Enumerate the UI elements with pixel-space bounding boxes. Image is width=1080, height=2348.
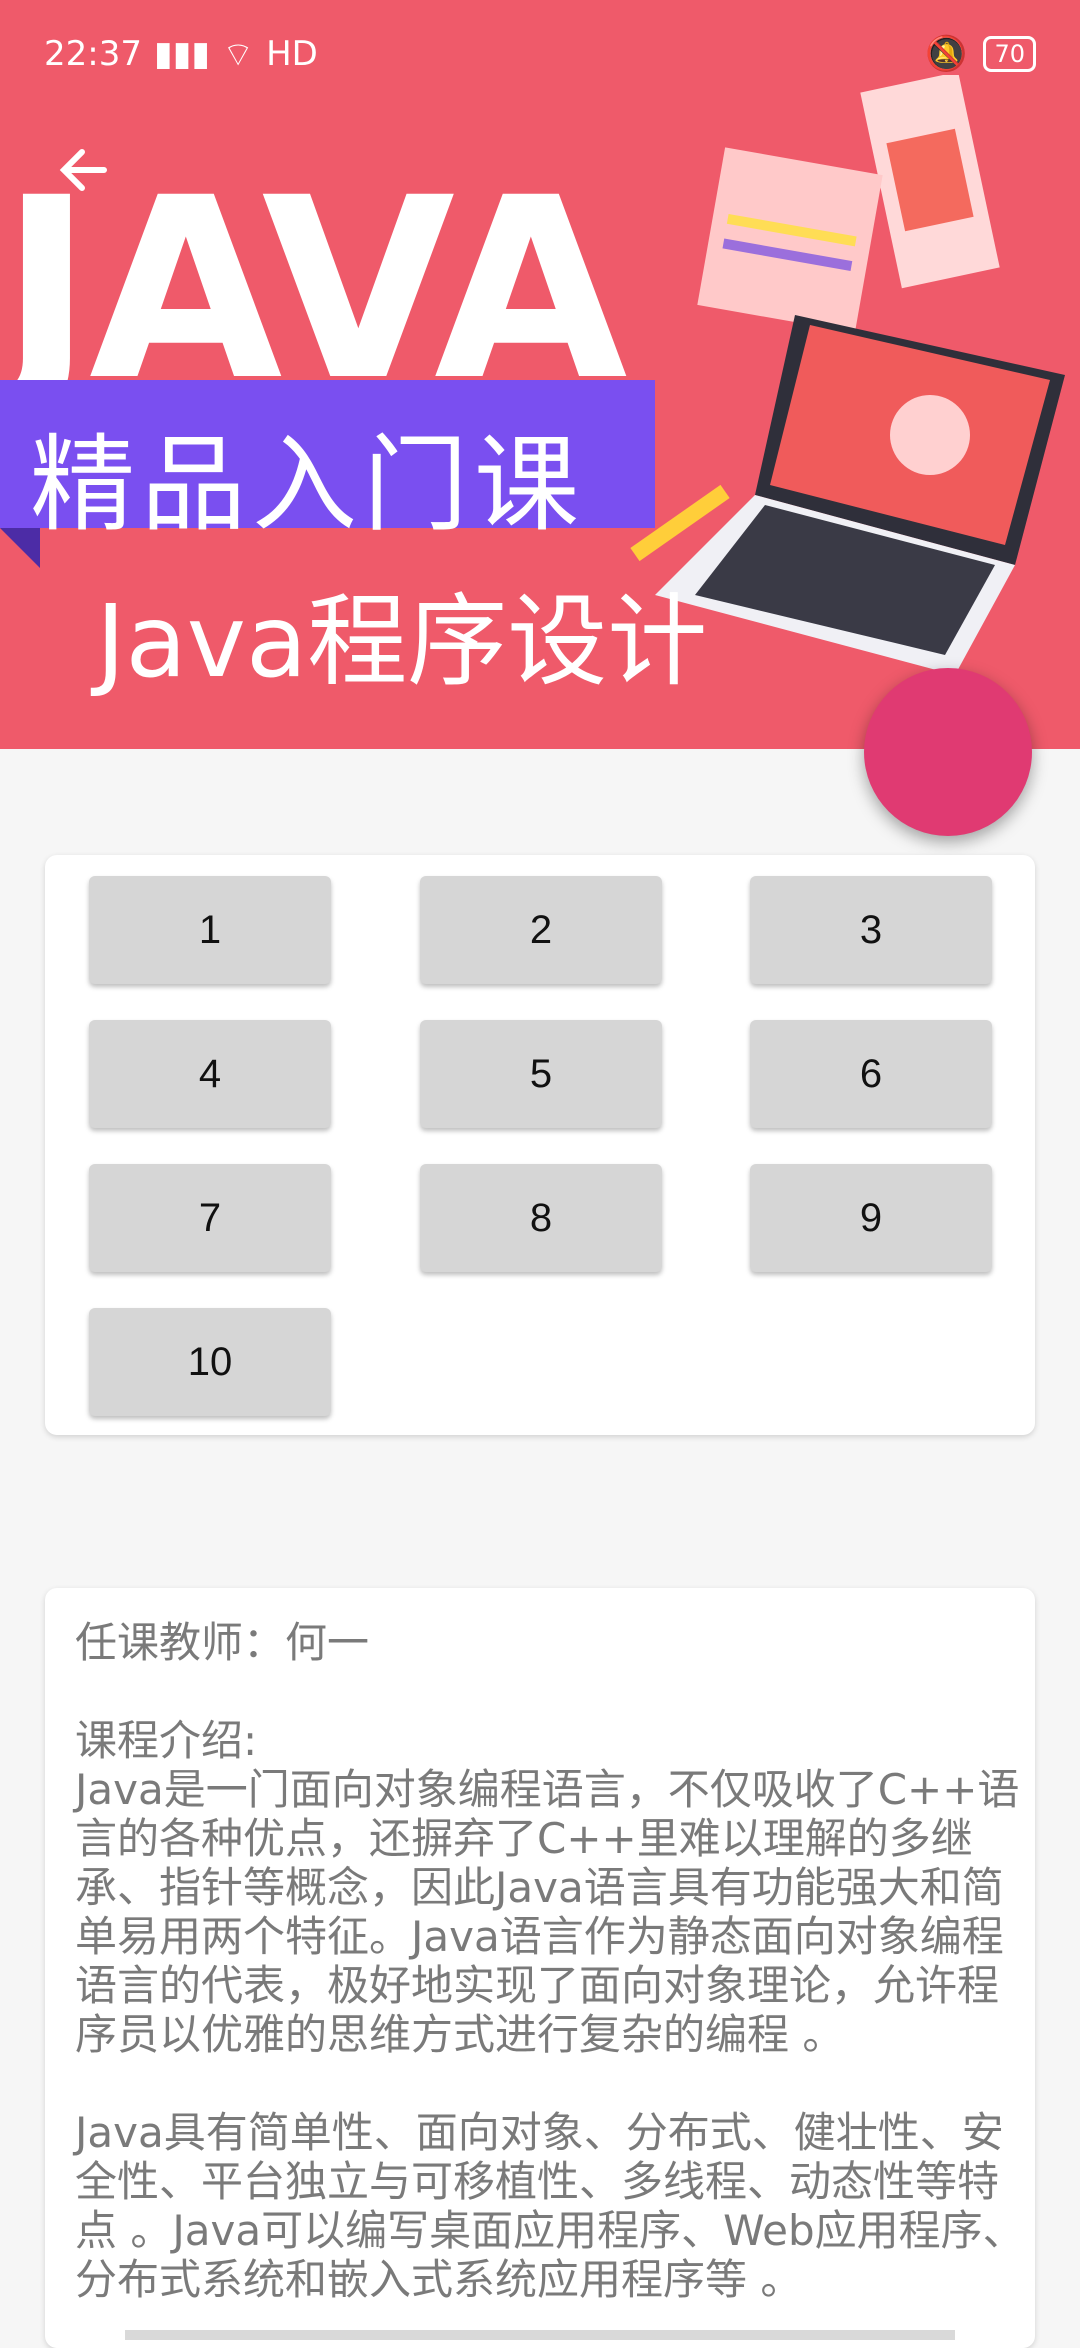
lesson-button-9[interactable]: 9 [750,1164,992,1272]
banner-subtitle: 精品入门课 [30,424,586,546]
lesson-button-3[interactable]: 3 [750,876,992,984]
status-time: 22:37 [44,34,142,74]
lesson-button-7[interactable]: 7 [89,1164,331,1272]
course-title: Java程序设计 [96,583,708,700]
bottom-tab-strip [125,2330,955,2340]
course-description-card: 任课教师：何一 课程介绍: Java是一门面向对象编程语言，不仅吸收了C++语言… [45,1588,1035,2348]
mute-icon: 🔕 [925,34,968,74]
signal-icon: ▮▮▮ [153,34,211,74]
intro-paragraph-1: Java是一门面向对象编程语言，不仅吸收了C++语言的各种优点，还摒弃了C++里… [75,1765,1020,2059]
lesson-grid-card: 1 2 3 4 5 6 7 8 9 10 [45,855,1035,1435]
lesson-button-2[interactable]: 2 [420,876,662,984]
lesson-button-5[interactable]: 5 [420,1020,662,1128]
network-label: HD [266,34,318,74]
lesson-button-10[interactable]: 10 [89,1308,331,1416]
floating-action-button[interactable] [864,668,1032,836]
battery-icon: 70 [983,36,1036,72]
status-bar: 22:37 ▮▮▮ ⌔ HD 🔕 70 [44,30,1036,78]
intro-label: 课程介绍: [75,1716,258,1765]
lesson-button-8[interactable]: 8 [420,1164,662,1272]
course-description: 任课教师：何一 课程介绍: Java是一门面向对象编程语言，不仅吸收了C++语言… [75,1618,1025,2304]
lesson-button-4[interactable]: 4 [89,1020,331,1128]
lesson-button-1[interactable]: 1 [89,876,331,984]
wifi-icon: ⌔ [222,34,255,75]
banner-subtitle-band: 精品入门课 [0,380,655,568]
banner-title: JAVA [0,144,628,435]
course-banner: 22:37 ▮▮▮ ⌔ HD 🔕 70 JAVA 精品入门课 Java程序设计 [0,0,1080,749]
battery-level: 70 [994,40,1025,68]
lesson-button-6[interactable]: 6 [750,1020,992,1128]
teacher-line: 任课教师：何一 [75,1618,370,1667]
intro-paragraph-2: Java具有简单性、面向对象、分布式、健壮性、安全性、平台独立与可移植性、多线程… [75,2108,1025,2304]
